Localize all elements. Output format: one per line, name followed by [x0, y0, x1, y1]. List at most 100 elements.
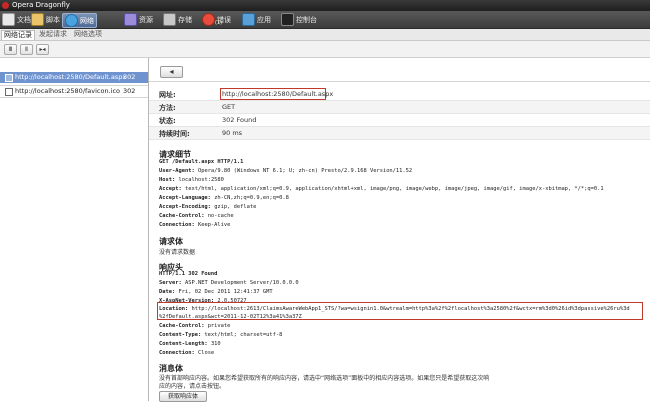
message-body-text-cont: 应的内容，请点击按钮。	[159, 383, 226, 390]
header-value: zh-CN,zh;q=0.9,en;q=0.8	[214, 195, 289, 201]
header-key: Server:	[159, 280, 185, 286]
request-header-line: Connection: Keep-Alive	[159, 222, 230, 228]
clear-log-button[interactable]: Ⅲ	[4, 44, 17, 55]
url-value: http://localhost:2580/Default.aspx	[222, 90, 334, 98]
response-header-line: Cache-Control: private	[159, 323, 230, 329]
request-url: http://localhost:2580/Default.aspx	[15, 73, 127, 81]
tab-scripts-label: 脚本	[46, 15, 60, 24]
file-icon	[5, 74, 13, 82]
header-value: text/html, application/xml;q=0.9, applic…	[184, 186, 604, 192]
header-key: Content-Type:	[159, 332, 205, 338]
request-header-line: Accept: text/html, application/xml;q=0.9…	[159, 186, 604, 192]
tab-utilities[interactable]: 应用	[242, 13, 271, 26]
header-value: private	[207, 323, 231, 329]
response-header-line: HTTP/1.1 302 Found	[159, 271, 217, 277]
resources-icon	[124, 13, 137, 26]
header-key: Host:	[159, 177, 179, 183]
request-url: http://localhost:2580/favicon.ico	[15, 87, 121, 95]
request-status: 302	[123, 87, 136, 95]
tab-errors[interactable]: 错误 (1)	[202, 13, 231, 26]
subtab-network-options[interactable]: 网络选项	[72, 30, 104, 39]
response-header-line: Connection: Close	[159, 350, 214, 356]
header-value: Keep-Alive	[197, 222, 231, 228]
request-header-line: GET /Default.aspx HTTP/1.1	[159, 159, 243, 165]
tab-scripts[interactable]: 脚本	[31, 13, 60, 26]
error-icon	[202, 13, 215, 26]
status-label: 状态:	[159, 117, 176, 125]
utilities-icon	[242, 13, 255, 26]
header-key: Content-Length:	[159, 341, 211, 347]
tab-storage-label: 存储	[178, 15, 192, 24]
script-icon	[31, 13, 44, 26]
tab-storage[interactable]: 存储	[163, 13, 192, 26]
subtab-make-request[interactable]: 发起请求	[37, 30, 69, 39]
request-row[interactable]: http://localhost:2580/Default.aspx 302	[0, 72, 148, 83]
request-body-heading: 请求体	[159, 237, 183, 246]
duration-value: 90 ms	[222, 129, 243, 137]
header-key: Location:	[159, 306, 192, 312]
method-value: GET	[222, 103, 236, 111]
tab-documents[interactable]: 文档	[2, 13, 31, 26]
network-controls: Ⅲ Ⅱ ▸◂	[0, 41, 650, 58]
header-value: Fri, 02 Dec 2011 12:41:37 GMT	[178, 289, 273, 295]
header-key: Accept:	[159, 186, 185, 192]
pause-button[interactable]: Ⅱ	[20, 44, 33, 55]
status-value: 302 Found	[222, 116, 257, 124]
header-key: HTTP/1.1 302 Found	[159, 271, 218, 277]
tab-resources[interactable]: 资源	[124, 13, 153, 26]
header-key: Accept-Encoding:	[159, 204, 215, 210]
get-response-body-button[interactable]: 获取响应体	[159, 391, 207, 402]
method-row: 方法: GET	[149, 100, 650, 114]
subtab-network-log[interactable]: 网络记录	[1, 30, 35, 40]
header-key: User-Agent:	[159, 168, 198, 174]
header-key: Accept-Language:	[159, 195, 215, 201]
header-value: localhost:2580	[178, 177, 224, 183]
tab-network-label: 网络	[80, 16, 94, 25]
header-key: Cache-Control:	[159, 323, 208, 329]
url-row: 网址: http://localhost:2580/Default.aspx	[149, 88, 650, 100]
header-value: Opera/9.80 (Windows NT 6.1; U; zh-cn) Pr…	[197, 168, 413, 174]
request-body-text: 没有请求数据	[159, 249, 196, 256]
location-value: http://localhost:2613/ClaimsAwareWebApp1…	[191, 306, 630, 312]
duration-label: 持续时间:	[159, 130, 190, 138]
request-header-line: Accept-Encoding: gzip, deflate	[159, 204, 256, 210]
file-icon	[5, 88, 13, 96]
location-header-line: Location: http://localhost:2613/ClaimsAw…	[159, 306, 630, 312]
url-label: 网址:	[159, 91, 176, 99]
back-button[interactable]: ◂	[160, 66, 183, 78]
header-value: no-cache	[207, 213, 234, 219]
request-row[interactable]: http://localhost:2580/favicon.ico 302	[0, 85, 148, 98]
network-subtabs: 网络记录 发起请求 网络选项	[0, 29, 650, 41]
request-detail-panel: ◂ 网址: http://localhost:2580/Default.aspx…	[149, 58, 650, 402]
tab-console-label: 控制台	[296, 15, 317, 24]
expand-columns-button[interactable]: ▸◂	[36, 44, 49, 55]
opera-logo-icon	[2, 2, 9, 9]
window-title: Opera Dragonfly	[12, 1, 70, 9]
request-header-line: Accept-Language: zh-CN,zh;q=0.9,en;q=0.8	[159, 195, 289, 201]
tab-network[interactable]: 网络	[62, 13, 97, 28]
divider	[149, 81, 650, 82]
header-value: Close	[197, 350, 215, 356]
response-header-line: Date: Fri, 02 Dec 2011 12:41:37 GMT	[159, 289, 273, 295]
method-label: 方法:	[159, 104, 176, 112]
storage-icon	[163, 13, 176, 26]
response-header-line: Content-Length: 310	[159, 341, 221, 347]
header-value: 310	[210, 341, 221, 347]
tab-documents-label: 文档	[17, 15, 31, 24]
header-value: text/html; charset=utf-8	[204, 332, 283, 338]
response-header-line: Content-Type: text/html; charset=utf-8	[159, 332, 282, 338]
request-header-line: Host: localhost:2580	[159, 177, 224, 183]
error-count-badge: (1)	[215, 20, 223, 26]
network-icon	[65, 14, 78, 27]
header-key: GET /Default.aspx HTTP/1.1	[159, 159, 244, 165]
main-toolbar: 文档 脚本 网络 资源 存储 错误 (1) 应用 控制台	[0, 11, 650, 29]
document-icon	[2, 13, 15, 26]
header-key: Date:	[159, 289, 179, 295]
tab-console[interactable]: 控制台	[281, 13, 317, 26]
header-key: Connection:	[159, 350, 198, 356]
location-header-line-cont: %2fDefault.aspx&wct=2011-12-02T12%3a41%3…	[159, 314, 302, 320]
status-row: 状态: 302 Found	[149, 114, 650, 126]
header-key: Connection:	[159, 222, 198, 228]
window-titlebar: Opera Dragonfly	[0, 0, 650, 11]
response-header-line: Server: ASP.NET Development Server/10.0.…	[159, 280, 299, 286]
